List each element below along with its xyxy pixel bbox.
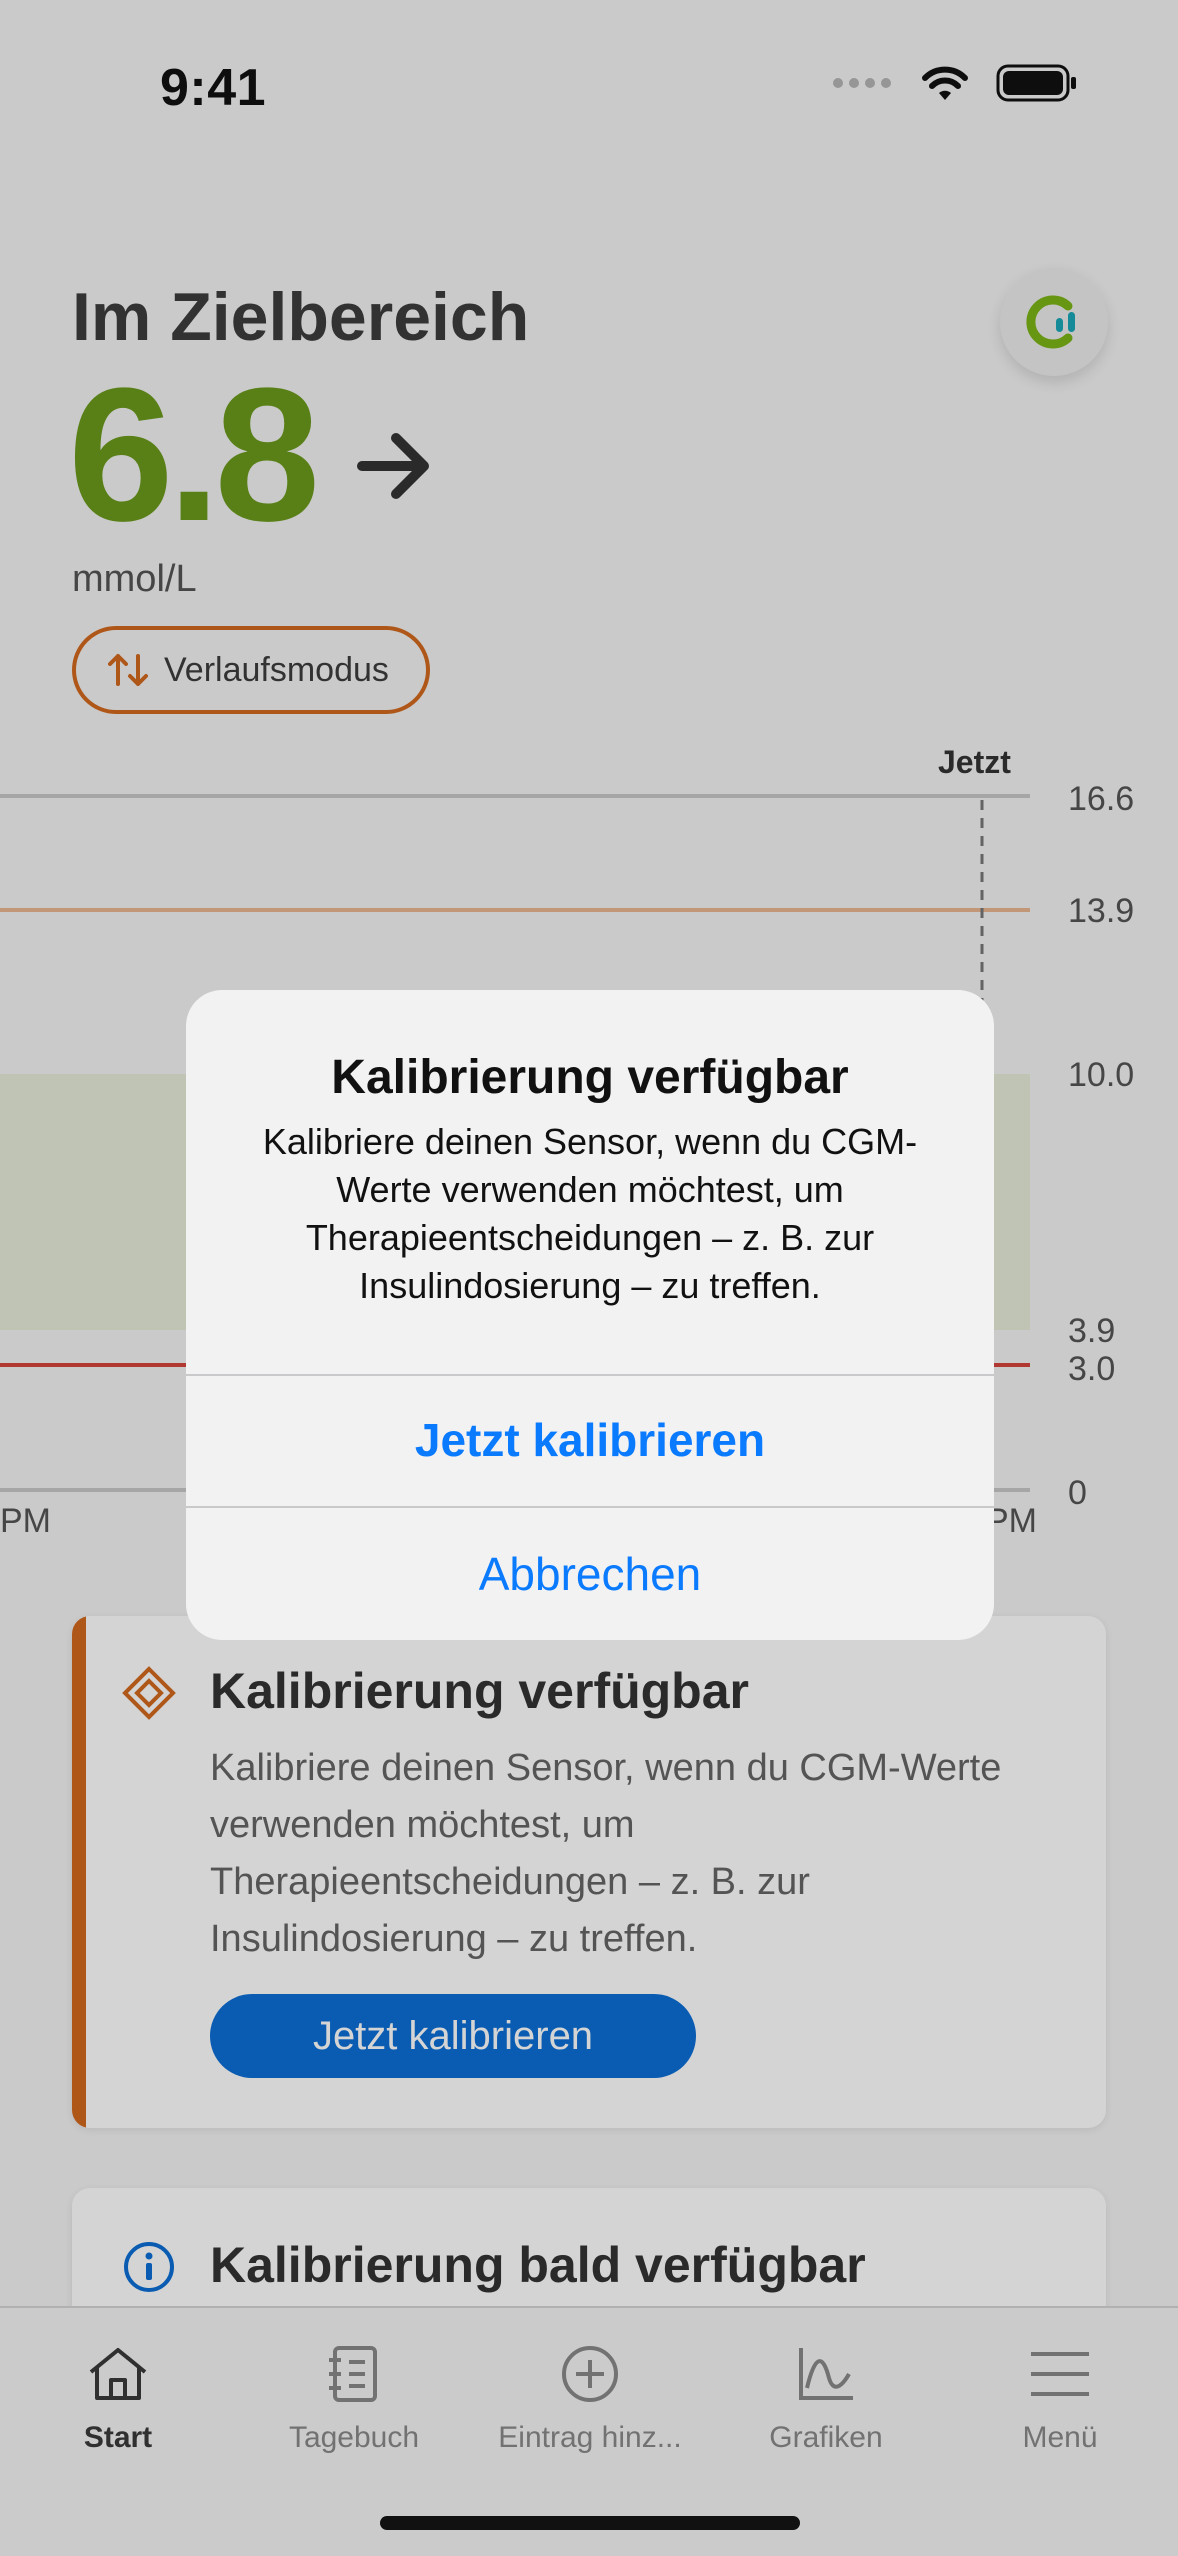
dialog-cancel-button[interactable]: Abbrechen — [186, 1508, 994, 1640]
calibration-alert-dialog: Kalibrierung verfügbar Kalibriere deinen… — [186, 990, 994, 1640]
app-screen: 9:41 Im Zielbereich 6.8 mmol/L Verlaufsm… — [0, 0, 1178, 2556]
dialog-calibrate-now-button[interactable]: Jetzt kalibrieren — [186, 1374, 994, 1506]
dialog-title: Kalibrierung verfügbar — [331, 1051, 849, 1104]
dialog-message: Kalibriere deinen Sensor, wenn du CGM-We… — [262, 1121, 918, 1306]
home-indicator — [380, 2516, 800, 2530]
